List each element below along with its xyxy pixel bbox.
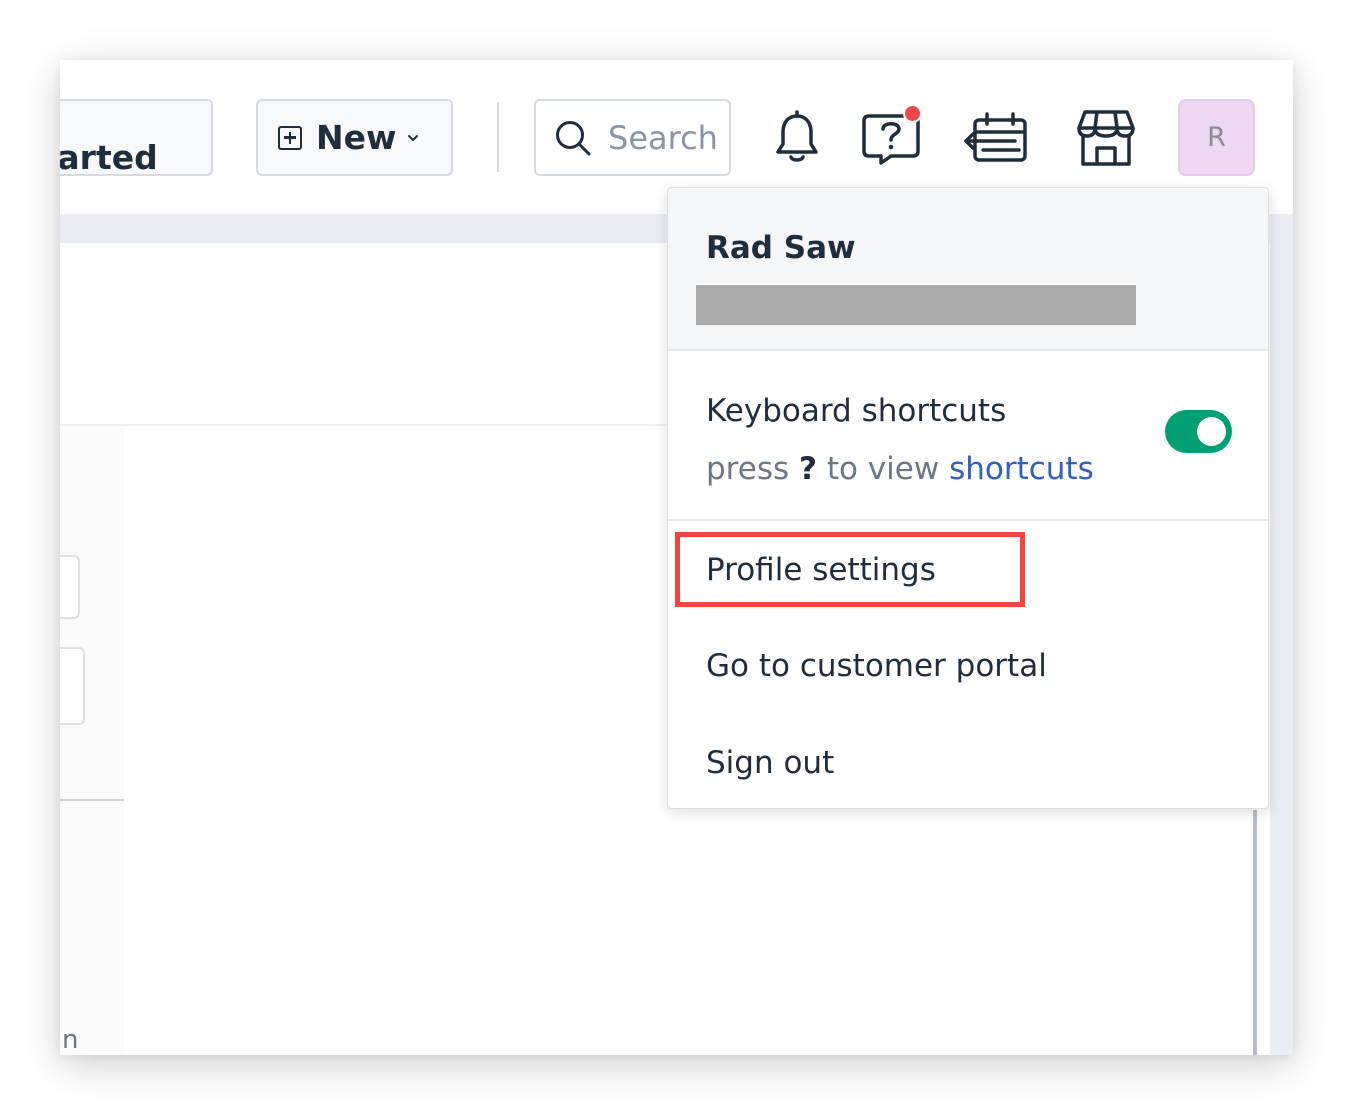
- search-placeholder: Search: [608, 118, 718, 157]
- user-name: Rad Saw: [706, 230, 856, 266]
- left-panel: [60, 426, 124, 1055]
- avatar-initial: R: [1207, 122, 1226, 153]
- background-text-fragment: n: [62, 1025, 79, 1055]
- hint-prefix: press: [706, 451, 790, 487]
- get-started-button[interactable]: t started: [60, 99, 213, 177]
- background-field[interactable]: [60, 555, 80, 619]
- new-button[interactable]: New: [256, 99, 453, 176]
- scrollbar[interactable]: [1253, 810, 1257, 1055]
- content-divider: [60, 424, 667, 426]
- chevron-down-icon: [407, 134, 418, 141]
- redacted-email: [696, 285, 1136, 325]
- get-started-label: t started: [60, 137, 158, 177]
- bell-icon[interactable]: [772, 110, 822, 166]
- plus-square-icon: [278, 125, 302, 150]
- shortcuts-link[interactable]: shortcuts: [949, 451, 1094, 487]
- hint-middle: to view: [826, 451, 940, 487]
- menu-separator: [668, 519, 1268, 521]
- hint-key: ?: [798, 451, 817, 487]
- highlight-box: [675, 532, 1025, 607]
- store-icon[interactable]: [1075, 108, 1137, 168]
- keyboard-shortcuts-label: Keyboard shortcuts: [706, 393, 1007, 429]
- background-field[interactable]: [60, 647, 85, 725]
- sign-out-item[interactable]: Sign out: [706, 745, 834, 781]
- calendar-arrow-icon[interactable]: [963, 110, 1031, 166]
- customer-portal-item[interactable]: Go to customer portal: [706, 648, 1047, 684]
- new-label: New: [316, 118, 397, 157]
- right-gutter: [1270, 214, 1293, 1055]
- toggle-knob: [1197, 417, 1226, 446]
- keyboard-shortcuts-toggle[interactable]: [1165, 410, 1232, 453]
- toolbar-divider: [497, 102, 499, 172]
- left-panel-divider: [60, 799, 124, 801]
- user-avatar[interactable]: R: [1178, 99, 1255, 176]
- search-box[interactable]: Search: [534, 99, 731, 176]
- search-icon: [556, 120, 591, 155]
- user-dropdown-menu: Rad Saw Keyboard shortcuts press ? to vi…: [667, 187, 1269, 809]
- notification-dot: [903, 104, 922, 123]
- keyboard-shortcuts-hint: press ? to view shortcuts: [706, 451, 1094, 487]
- user-info-header: Rad Saw: [668, 188, 1268, 351]
